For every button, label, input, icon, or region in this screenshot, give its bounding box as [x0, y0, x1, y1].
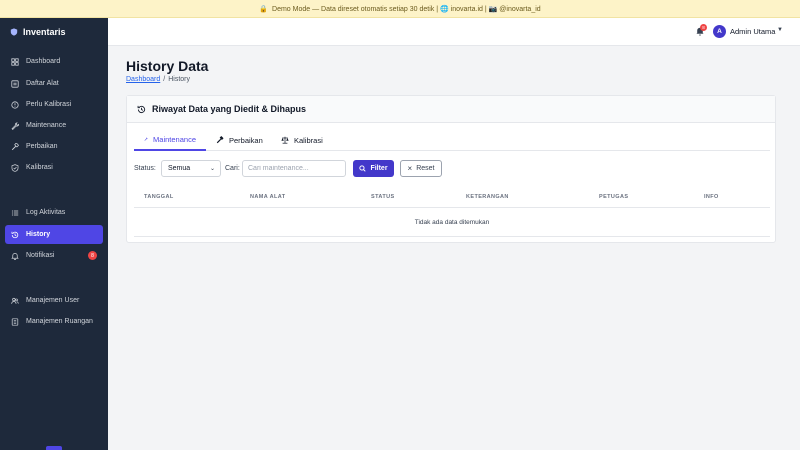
breadcrumb-current: History — [168, 76, 190, 83]
history-icon — [137, 105, 146, 113]
lock-icon: 🔒 — [259, 5, 269, 13]
tab-label: Kalibrasi — [294, 135, 323, 145]
column-header-keterangan[interactable]: KETERANGAN — [466, 194, 509, 200]
column-header-info[interactable]: INFO — [704, 194, 719, 200]
alert-circle-icon — [11, 100, 19, 109]
status-label: Status: — [134, 165, 156, 172]
search-input[interactable] — [242, 160, 346, 177]
sidebar-item-manajemen-user[interactable]: Manajemen User — [5, 291, 103, 310]
building-icon — [11, 317, 19, 326]
filter-bar: Status: Semua ⌄ Cari: Filter × Reset — [134, 160, 770, 178]
sidebar-item-label: Manajemen Ruangan — [26, 318, 93, 325]
tab-label: Maintenance — [153, 134, 196, 144]
search-icon — [359, 165, 367, 172]
sidebar-item-label: Notifikasi — [26, 252, 55, 259]
sidebar-item-label: Maintenance — [26, 122, 67, 129]
close-icon: × — [407, 163, 413, 173]
list-icon — [11, 79, 19, 88]
sidebar-item-label: Perbaikan — [26, 143, 58, 150]
topbar: 8 A Admin Utama ▼ — [108, 18, 800, 46]
breadcrumb-separator: / — [163, 76, 166, 83]
page-title: History Data — [126, 58, 209, 74]
grid-icon — [11, 57, 19, 66]
reset-button[interactable]: × Reset — [400, 160, 442, 177]
column-header-petugas[interactable]: PETUGAS — [599, 194, 628, 200]
chevron-down-icon[interactable]: ▼ — [777, 27, 783, 33]
history-icon — [11, 231, 19, 238]
notification-bell-badge: 8 — [700, 24, 707, 31]
tab-perbaikan[interactable]: Perbaikan — [206, 129, 273, 151]
sidebar-item-perbaikan[interactable]: Perbaikan — [5, 137, 103, 156]
sidebar-item-dashboard[interactable]: Dashboard — [5, 52, 103, 71]
sidebar-item-perlu-kalibrasi[interactable]: Perlu Kalibrasi — [5, 95, 103, 114]
user-name[interactable]: Admin Utama — [730, 27, 775, 36]
demo-banner-text: Demo Mode — Data direset otomatis setiap… — [272, 5, 541, 13]
tab-maintenance[interactable]: Maintenance — [134, 129, 206, 151]
avatar[interactable]: A — [713, 25, 726, 38]
sidebar-item-notifikasi[interactable]: Notifikasi 8 — [5, 246, 103, 265]
hammer-icon — [216, 136, 224, 144]
column-header-tanggal[interactable]: TANGGAL — [144, 194, 174, 200]
shield-check-icon — [11, 163, 19, 172]
breadcrumb: Dashboard / History — [126, 76, 190, 83]
tab-label: Perbaikan — [229, 135, 263, 145]
hammer-icon — [11, 142, 19, 150]
tab-bar: Maintenance Perbaikan Kalibrasi — [134, 129, 770, 151]
column-header-nama-alat[interactable]: NAMA ALAT — [250, 194, 285, 200]
status-select[interactable]: Semua ⌄ — [161, 160, 221, 177]
chevron-down-icon: ⌄ — [209, 166, 215, 172]
filter-button-label: Filter — [370, 165, 388, 172]
log-list-icon — [11, 209, 19, 216]
scale-icon — [281, 136, 289, 144]
shield-logo-icon — [10, 28, 18, 36]
tab-kalibrasi[interactable]: Kalibrasi — [271, 129, 333, 151]
sidebar-item-maintenance[interactable]: Maintenance — [5, 116, 103, 135]
bell-icon — [11, 252, 19, 260]
status-select-value: Semua — [168, 165, 191, 172]
sidebar-item-label: Daftar Alat — [26, 80, 59, 87]
users-icon — [11, 297, 19, 304]
sidebar-item-label: Log Aktivitas — [26, 209, 66, 216]
sidebar: Inventaris Dashboard Daftar Alat Perlu K… — [0, 18, 108, 450]
sidebar-item-label: Manajemen User — [26, 297, 80, 304]
notification-count-badge: 8 — [88, 251, 97, 260]
sidebar-item-daftar-alat[interactable]: Daftar Alat — [5, 74, 103, 93]
sidebar-item-history[interactable]: History — [5, 225, 103, 244]
reset-button-label: Reset — [416, 165, 435, 172]
table-empty-row: Tidak ada data ditemukan — [134, 209, 770, 237]
brand[interactable]: Inventaris — [0, 18, 108, 46]
history-card: Riwayat Data yang Diedit & Dihapus Maint… — [126, 95, 776, 243]
sidebar-item-label: History — [26, 231, 51, 238]
breadcrumb-link-dashboard[interactable]: Dashboard — [126, 76, 160, 83]
search-label: Cari: — [225, 165, 240, 172]
sidebar-item-manajemen-ruangan[interactable]: Manajemen Ruangan — [5, 312, 103, 331]
card-title: Riwayat Data yang Diedit & Dihapus — [152, 104, 307, 114]
empty-message: Tidak ada data ditemukan — [414, 219, 490, 226]
column-header-status[interactable]: STATUS — [371, 194, 395, 200]
card-header: Riwayat Data yang Diedit & Dihapus — [127, 96, 775, 123]
wrench-icon — [144, 137, 148, 141]
wrench-icon — [11, 121, 19, 130]
brand-name: Inventaris — [23, 27, 66, 37]
sidebar-item-label: Dashboard — [26, 58, 61, 65]
filter-button[interactable]: Filter — [353, 160, 394, 177]
sidebar-item-label: Perlu Kalibrasi — [26, 101, 72, 108]
sidebar-item-log-aktivitas[interactable]: Log Aktivitas — [5, 203, 103, 222]
sidebar-item-label: Kalibrasi — [26, 164, 53, 171]
sidebar-item-kalibrasi[interactable]: Kalibrasi — [5, 158, 103, 177]
table-header: TANGGAL NAMA ALAT STATUS KETERANGAN PETU… — [134, 188, 770, 208]
sidebar-footer-tab[interactable] — [46, 446, 62, 450]
demo-banner: 🔒 Demo Mode — Data direset otomatis seti… — [0, 0, 800, 18]
